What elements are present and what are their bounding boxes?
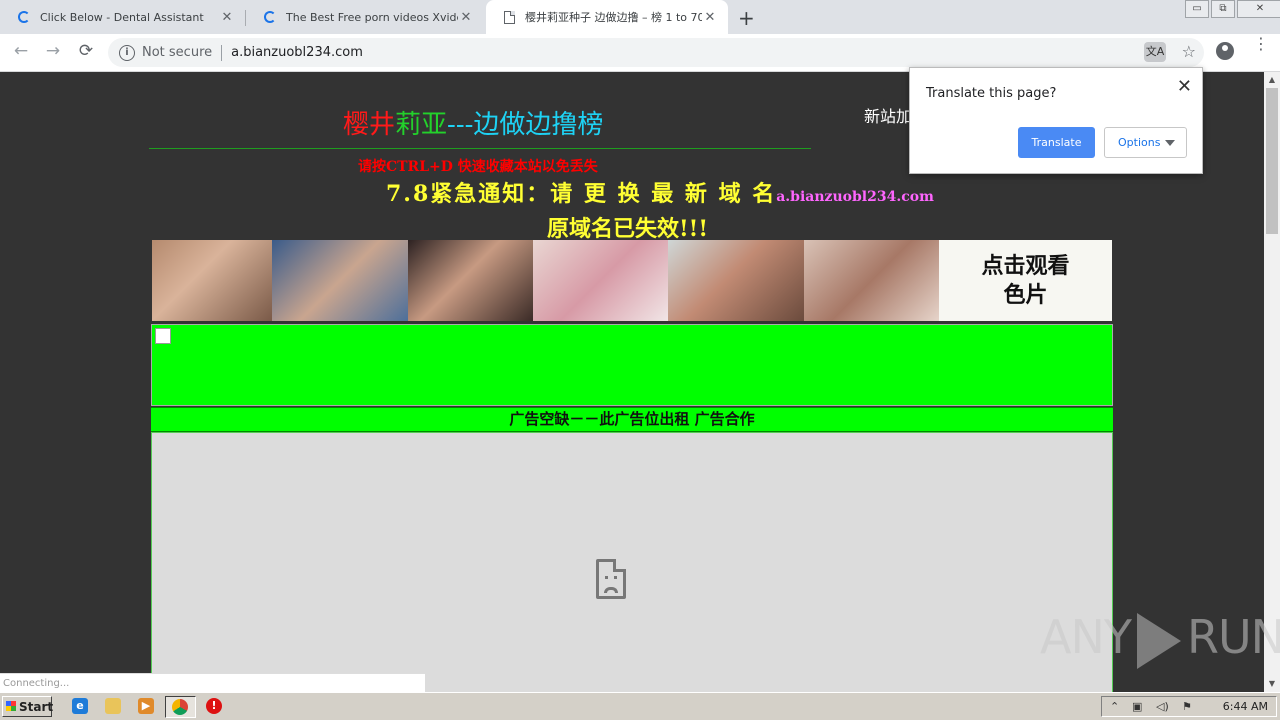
tab-strip: Click Below - Dental Assistant ✕ The Bes… (0, 0, 1280, 34)
window-controls: ▭ ⧉ ✕ (1183, 0, 1280, 18)
restore-button[interactable]: ⧉ (1211, 0, 1235, 18)
banner-photo (804, 240, 939, 321)
scroll-thumb[interactable] (1266, 88, 1278, 234)
cta-line1: 点击观看 (981, 252, 1070, 279)
tray-arrow-icon[interactable]: ⌃ (1110, 700, 1119, 713)
status-bubble: Connecting... (0, 673, 425, 692)
security-status[interactable]: Not secure (142, 45, 212, 60)
banner-photo (408, 240, 533, 321)
forward-button[interactable]: → (42, 41, 64, 61)
tab-title: The Best Free porn videos Xvideos (286, 10, 458, 24)
notice-domain[interactable]: a.bianzuobl234.com (776, 189, 934, 205)
minimize-button[interactable]: ▭ (1185, 0, 1209, 18)
clock[interactable]: 6:44 AM (1223, 697, 1268, 716)
address-bar[interactable]: i Not secure a.bianzuobl234.com 文A ☆ (108, 38, 1204, 67)
translate-icon[interactable]: 文A (1144, 42, 1166, 62)
chrome-taskbar-button[interactable] (165, 696, 196, 718)
loading-spinner-icon (264, 11, 276, 23)
banner-cta[interactable]: 点击观看 色片 (939, 240, 1112, 321)
page-headline: 樱井莉亚---边做边撸榜 (343, 104, 603, 141)
menu-icon[interactable]: ⋮ (1253, 36, 1269, 52)
bookmark-hint: 请按CTRL+D 快速收藏本站以免丢失 (358, 159, 598, 175)
url-text[interactable]: a.bianzuobl234.com (231, 45, 363, 60)
flag-icon[interactable]: ⚑ (1182, 700, 1192, 713)
divider (149, 148, 811, 149)
banner-ad[interactable]: 点击观看 色片 (152, 240, 1112, 321)
headline-part3: ---边做边撸榜 (447, 110, 604, 140)
tab-title: 樱井莉亚种子 边做边撸 – 榜 1 to 70 (525, 11, 702, 24)
close-icon[interactable]: ✕ (1177, 76, 1192, 97)
options-button[interactable]: Options (1104, 127, 1187, 158)
loading-spinner-icon (18, 11, 30, 23)
headline-part2: 莉亚 (395, 110, 448, 140)
sad-page-icon (596, 559, 626, 599)
urgent-notice: 7.8紧急通知：请 更 换 最 新 域 名a.bianzuobl234.com (386, 176, 934, 208)
broken-image-icon (155, 328, 171, 344)
banner-photo (152, 240, 272, 321)
back-button[interactable]: ← (10, 41, 32, 61)
system-tray: ⌃ ▣ ◁) ⚑ 6:44 AM (1101, 696, 1277, 717)
volume-icon[interactable]: ◁) (1156, 700, 1169, 713)
banner-photo (272, 240, 408, 321)
ad-vacancy-strip[interactable]: 广告空缺－－此广告位出租 广告合作 (151, 407, 1113, 432)
page-icon (504, 10, 515, 24)
side-note: 新站加 (864, 107, 913, 126)
bookmark-star-icon[interactable]: ☆ (1182, 42, 1196, 61)
close-window-button[interactable]: ✕ (1237, 0, 1280, 18)
tab-close-icon[interactable]: ✕ (458, 10, 474, 25)
translate-question: Translate this page? (926, 86, 1057, 101)
headline-part1: 樱井 (343, 110, 396, 140)
page-scrollbar[interactable]: ▲ ▼ (1264, 72, 1280, 692)
embedded-frame (151, 432, 1113, 692)
reload-button[interactable]: ⟳ (75, 41, 97, 61)
banner-photo (533, 240, 668, 321)
watermark-left: ANY (1040, 610, 1132, 664)
anyrun-watermark: ANY RUN (1040, 610, 1280, 669)
internet-explorer-icon[interactable]: e (72, 698, 88, 714)
notice-text: 7.8紧急通知：请 更 换 最 新 域 名 (386, 181, 777, 207)
options-label: Options (1118, 136, 1161, 149)
tab-close-icon[interactable]: ✕ (702, 10, 718, 25)
banner-photo (668, 240, 804, 321)
dropdown-caret-icon (1165, 140, 1175, 146)
info-icon[interactable]: i (119, 44, 135, 61)
divider (221, 44, 223, 61)
tab-active-page[interactable]: 樱井莉亚种子 边做边撸 – 榜 1 to 70 ✕ (486, 0, 728, 34)
translate-button[interactable]: Translate (1018, 127, 1095, 158)
watermark-right: RUN (1186, 610, 1280, 664)
media-player-icon[interactable]: ▶ (138, 698, 154, 714)
stop-icon[interactable]: ! (206, 698, 222, 714)
tab-xvideos[interactable]: The Best Free porn videos Xvideos ✕ (246, 0, 484, 34)
start-button[interactable]: Start (2, 696, 53, 717)
notice-expired: 原域名已失效!!! (547, 216, 708, 242)
translate-popup: Translate this page? ✕ Translate Options (909, 67, 1203, 174)
network-icon[interactable]: ▣ (1132, 700, 1142, 713)
cta-line2: 色片 (1003, 281, 1048, 308)
tab-dental-assistant[interactable]: Click Below - Dental Assistant ✕ (0, 0, 245, 34)
chrome-icon (172, 699, 188, 715)
scroll-up-arrow-icon[interactable]: ▲ (1264, 72, 1280, 88)
green-ad-slot[interactable] (151, 324, 1113, 406)
tab-close-icon[interactable]: ✕ (219, 10, 235, 25)
tab-title: Click Below - Dental Assistant (40, 10, 204, 24)
play-logo-icon (1136, 612, 1181, 669)
new-tab-button[interactable]: + (738, 6, 755, 30)
scroll-down-arrow-icon[interactable]: ▼ (1264, 676, 1280, 692)
folder-icon[interactable] (105, 698, 121, 714)
taskbar: Start e ▶ ! ⌃ ▣ ◁) ⚑ 6:44 AM (0, 692, 1280, 720)
account-icon[interactable] (1216, 42, 1234, 60)
